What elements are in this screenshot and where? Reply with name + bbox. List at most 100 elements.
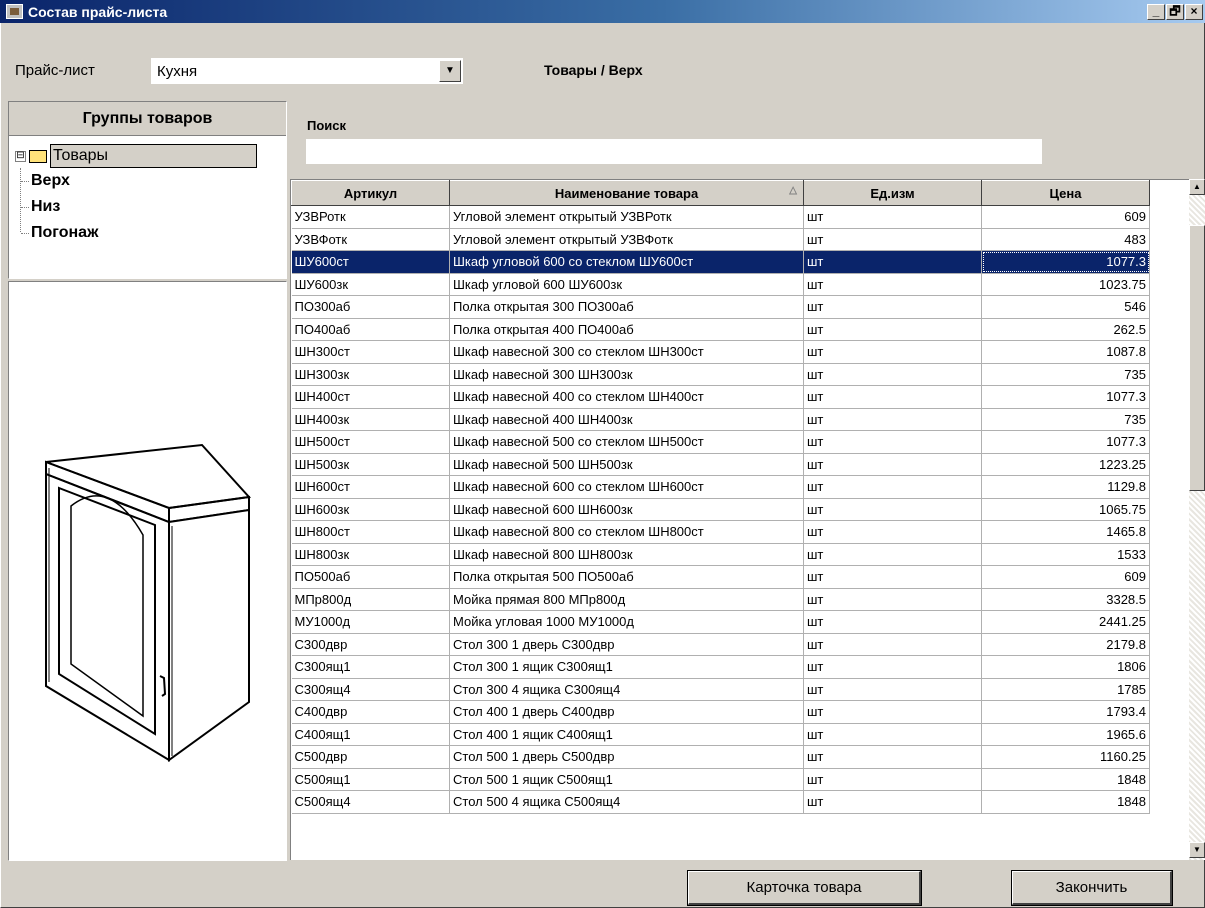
products-table[interactable]: Артикул Наименование товара △ Ед.изм Цен… — [290, 179, 1191, 860]
column-header-name[interactable]: Наименование товара △ — [449, 180, 804, 206]
cell-unit: шт — [803, 385, 982, 409]
tree-node-molding[interactable]: Погонаж — [21, 224, 98, 242]
table-row[interactable]: УЗВРотк Угловой элемент открытый УЗВРотк ш… — [291, 205, 1150, 229]
open-folder-icon — [29, 149, 47, 163]
table-row[interactable]: С500ящ1 Стол 500 1 ящик С500ящ1 шт 1848 — [291, 768, 1150, 791]
column-header-name-label: Наименование товара — [554, 185, 699, 201]
cell-sku: С500ящ1 — [291, 768, 450, 791]
product-image-panel — [8, 281, 287, 861]
cell-unit: шт — [803, 453, 982, 476]
cell-name: Стол 300 4 ящика С300ящ4 — [449, 678, 804, 701]
tree-node-label[interactable]: Низ — [31, 198, 60, 216]
cell-sku: ШН500зк — [291, 453, 450, 476]
cell-sku: С300ящ4 — [291, 678, 450, 701]
close-button[interactable]: × — [1185, 3, 1203, 20]
cell-sku: С500ящ4 — [291, 790, 450, 814]
table-row[interactable]: ШН300ст Шкаф навесной 300 со стеклом ШН30… — [291, 340, 1150, 364]
cell-unit: шт — [803, 633, 982, 656]
table-row[interactable]: С500ящ4 Стол 500 4 ящика С500ящ4 шт 1848 — [291, 790, 1150, 814]
tree-node-top[interactable]: Верх — [21, 172, 70, 190]
cell-name: Стол 400 1 ящик С400ящ1 — [449, 723, 804, 746]
cell-price: 1533 — [981, 543, 1150, 566]
cell-sku: ШН400ст — [291, 385, 450, 409]
table-row[interactable]: ШН600зк Шкаф навесной 600 ШН600зк шт 1065.7… — [291, 498, 1150, 521]
cell-unit: шт — [803, 745, 982, 769]
cell-name: Шкаф навесной 500 ШН500зк — [449, 453, 804, 476]
cell-sku: ШУ600зк — [291, 273, 450, 296]
cell-name: Шкаф навесной 300 ШН300зк — [449, 363, 804, 386]
table-row[interactable]: С300ящ1 Стол 300 1 ящик С300ящ1 шт 1806 — [291, 655, 1150, 679]
cell-price: 483 — [981, 228, 1150, 251]
cell-price: 546 — [981, 295, 1150, 319]
cell-price: 1848 — [981, 768, 1150, 791]
minimize-button[interactable]: _ — [1147, 3, 1165, 20]
search-input[interactable] — [306, 139, 1042, 164]
dropdown-arrow-icon[interactable]: ▼ — [439, 60, 461, 82]
tree-node-label[interactable]: Верх — [31, 172, 70, 190]
table-row[interactable]: УЗВФотк Угловой элемент открытый УЗВФотк ш… — [291, 228, 1150, 251]
table-row[interactable]: МПр800д Мойка прямая 800 МПр800д шт 3328.5 — [291, 588, 1150, 611]
cell-unit: шт — [803, 700, 982, 724]
cell-name: Стол 300 1 дверь С300двр — [449, 633, 804, 656]
cell-price: 609 — [981, 205, 1150, 229]
cell-price: 262.5 — [981, 318, 1150, 341]
table-row[interactable]: ШУ600зк Шкаф угловой 600 ШУ600зк шт 1023.75 — [291, 273, 1150, 296]
table-row[interactable]: ШН600ст Шкаф навесной 600 со стеклом ШН60… — [291, 475, 1150, 499]
cell-price: 1129.8 — [981, 475, 1150, 499]
cell-price: 1023.75 — [981, 273, 1150, 296]
product-card-button[interactable]: Карточка товара — [687, 870, 922, 906]
cell-price: 1077.3 — [981, 430, 1150, 454]
cell-name: Угловой элемент открытый УЗВРотк — [449, 205, 804, 229]
tree-node-label[interactable]: Товары — [50, 144, 257, 168]
table-row[interactable]: ШН300зк Шкаф навесной 300 ШН300зк шт 735 — [291, 363, 1150, 386]
table-row[interactable]: ПО400аб Полка открытая 400 ПО400аб шт 262.5 — [291, 318, 1150, 341]
column-header-unit[interactable]: Ед.изм — [803, 180, 982, 206]
cell-sku: С400ящ1 — [291, 723, 450, 746]
cell-price: 1077.3 — [981, 385, 1150, 409]
cell-sku: С300ящ1 — [291, 655, 450, 679]
cell-name: Шкаф навесной 400 ШН400зк — [449, 408, 804, 431]
table-row[interactable]: ШН500зк Шкаф навесной 500 ШН500зк шт 1223.2… — [291, 453, 1150, 476]
table-row[interactable]: МУ1000д Мойка угловая 1000 МУ1000д шт 2441.… — [291, 610, 1150, 634]
restore-button[interactable]: 🗗 — [1166, 3, 1184, 20]
tree-node-bottom[interactable]: Низ — [21, 198, 60, 216]
tree-node-label[interactable]: Погонаж — [31, 224, 98, 242]
cell-sku: ШН600зк — [291, 498, 450, 521]
table-row[interactable]: ШН400ст Шкаф навесной 400 со стеклом ШН40… — [291, 385, 1150, 409]
scroll-thumb[interactable] — [1189, 225, 1205, 491]
table-row[interactable]: С500двр Стол 500 1 дверь С500двр шт 1160.25 — [291, 745, 1150, 769]
table-row[interactable]: ШН500ст Шкаф навесной 500 со стеклом ШН50… — [291, 430, 1150, 454]
table-row[interactable]: С400двр Стол 400 1 дверь С400двр шт 1793.4 — [291, 700, 1150, 724]
column-header-sku[interactable]: Артикул — [291, 180, 450, 206]
cell-sku: МУ1000д — [291, 610, 450, 634]
column-header-price[interactable]: Цена — [981, 180, 1150, 206]
table-row[interactable]: ШН800зк Шкаф навесной 800 ШН800зк шт 1533 — [291, 543, 1150, 566]
cell-sku: С400двр — [291, 700, 450, 724]
table-row[interactable]: ШУ600ст Шкаф угловой 600 со стеклом ШУ600… — [291, 250, 1150, 274]
table-row[interactable]: С300ящ4 Стол 300 4 ящика С300ящ4 шт 1785 — [291, 678, 1150, 701]
cell-name: Шкаф угловой 600 со стеклом ШУ600ст — [449, 250, 804, 274]
cell-price: 2441.25 — [981, 610, 1150, 634]
table-row[interactable]: ПО300аб Полка открытая 300 ПО300аб шт 546 — [291, 295, 1150, 319]
cell-price: 735 — [981, 408, 1150, 431]
finish-button[interactable]: Закончить — [1011, 870, 1173, 906]
pricelist-dropdown[interactable]: Кухня ▼ — [151, 58, 463, 84]
vertical-scrollbar[interactable]: ▲ ▼ — [1189, 179, 1205, 860]
groups-header: Группы товаров — [9, 102, 286, 136]
cell-sku: ШН300зк — [291, 363, 450, 386]
tree-node-goods[interactable]: ⊟ Товары — [15, 144, 257, 168]
cell-name: Стол 500 4 ящика С500ящ4 — [449, 790, 804, 814]
cell-name: Полка открытая 400 ПО400аб — [449, 318, 804, 341]
collapse-icon[interactable]: ⊟ — [15, 150, 26, 162]
table-row[interactable]: С400ящ1 Стол 400 1 ящик С400ящ1 шт 1965.6 — [291, 723, 1150, 746]
cell-sku: УЗВРотк — [291, 205, 450, 229]
scroll-down-button[interactable]: ▼ — [1189, 842, 1205, 858]
table-row[interactable]: ПО500аб Полка открытая 500 ПО500аб шт 609 — [291, 565, 1150, 589]
cell-sku: ПО300аб — [291, 295, 450, 319]
table-row[interactable]: С300двр Стол 300 1 дверь С300двр шт 2179.8 — [291, 633, 1150, 656]
cell-sku: ШН800ст — [291, 520, 450, 544]
scroll-up-button[interactable]: ▲ — [1189, 179, 1205, 195]
search-label: Поиск — [307, 118, 347, 133]
table-row[interactable]: ШН400зк Шкаф навесной 400 ШН400зк шт 735 — [291, 408, 1150, 431]
table-row[interactable]: ШН800ст Шкаф навесной 800 со стеклом ШН80… — [291, 520, 1150, 544]
